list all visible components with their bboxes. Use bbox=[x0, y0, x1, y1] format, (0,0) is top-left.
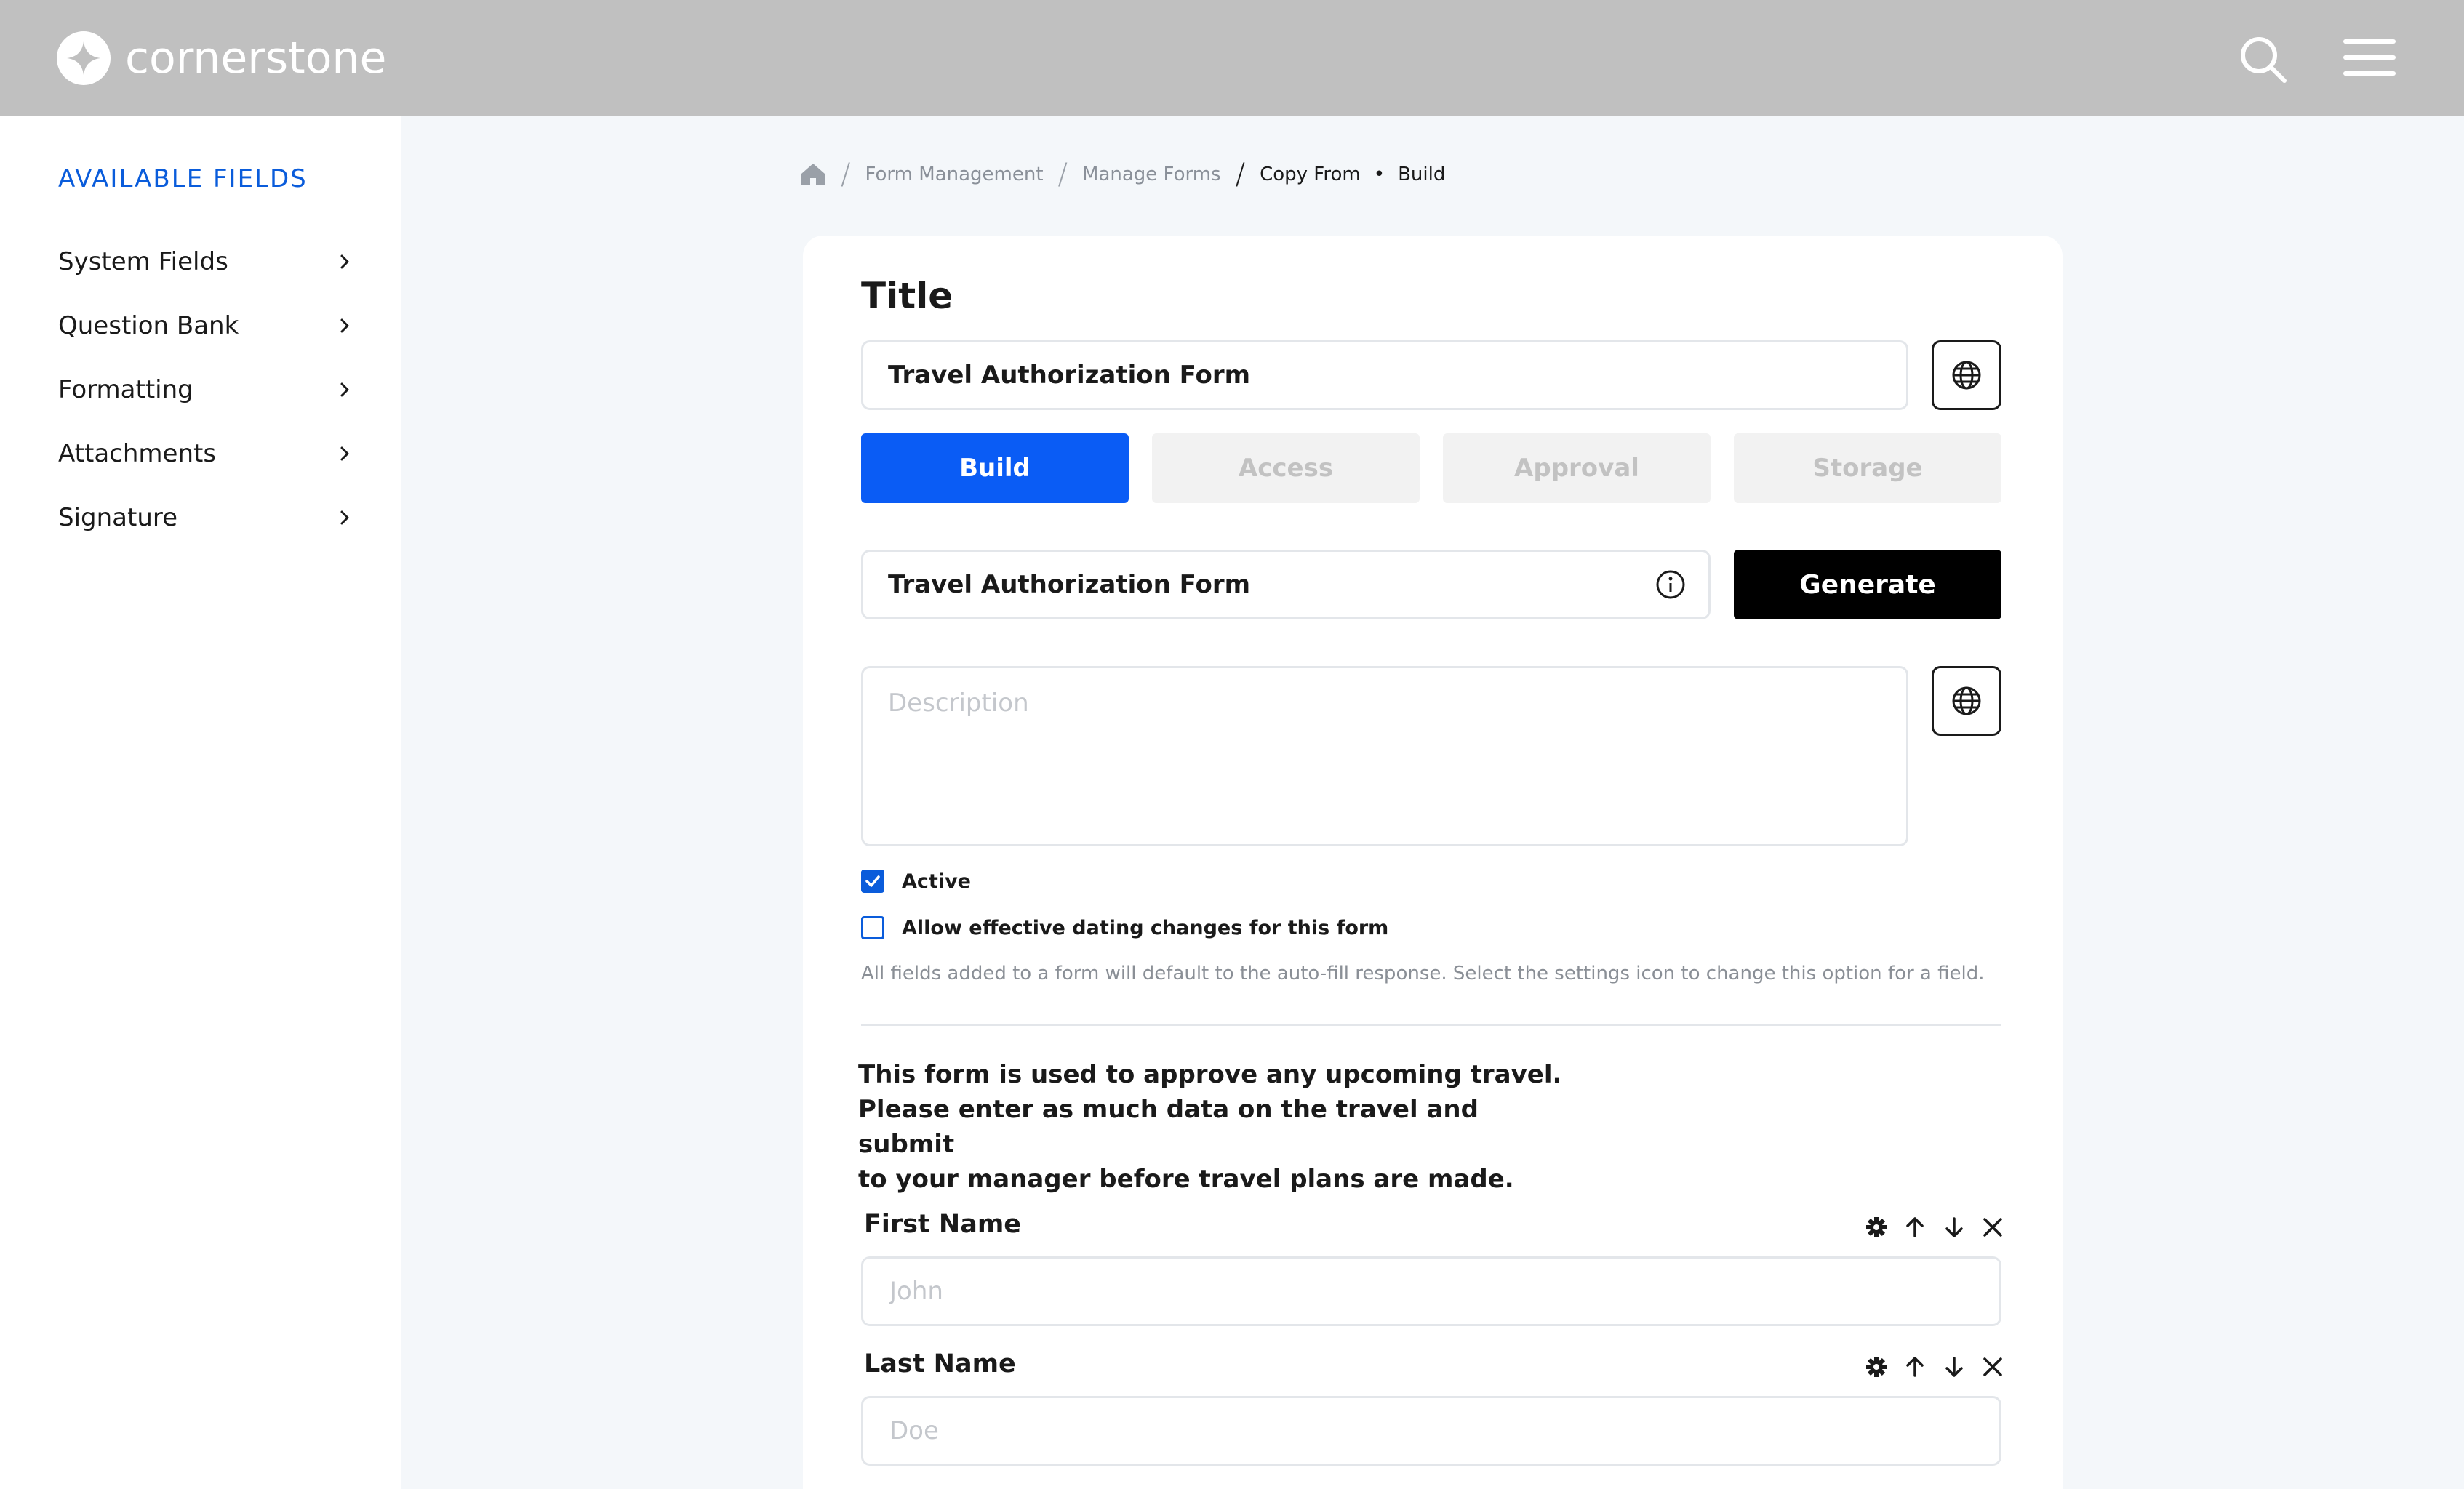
move-down-arrow-icon[interactable] bbox=[1940, 1213, 1969, 1242]
brand-logo[interactable]: cornerstone bbox=[57, 29, 386, 87]
globe-icon bbox=[1952, 361, 1981, 390]
title-input-value: Travel Authorization Form bbox=[888, 361, 1251, 390]
chevron-right-icon bbox=[340, 254, 349, 269]
brand-name: cornerstone bbox=[125, 33, 387, 84]
form-name-value: Travel Authorization Form bbox=[888, 570, 1251, 599]
title-translate-button[interactable] bbox=[1932, 340, 2001, 410]
home-icon[interactable] bbox=[800, 162, 826, 187]
tab-build[interactable]: Build bbox=[861, 433, 1129, 503]
tab-approval[interactable]: Approval bbox=[1443, 433, 1711, 503]
tab-access[interactable]: Access bbox=[1152, 433, 1420, 503]
tab-storage[interactable]: Storage bbox=[1734, 433, 2001, 503]
active-checkbox[interactable] bbox=[861, 870, 884, 893]
breadcrumb-copy-from[interactable]: Copy From bbox=[1260, 164, 1361, 185]
globe-icon bbox=[1952, 686, 1981, 715]
description-textarea[interactable] bbox=[861, 666, 1908, 846]
active-checkbox-row[interactable]: Active bbox=[861, 867, 971, 896]
sidebar-item-attachments[interactable]: Attachments bbox=[58, 432, 355, 475]
settings-gear-icon[interactable] bbox=[1862, 1213, 1891, 1242]
remove-field-close-icon[interactable] bbox=[1978, 1352, 2007, 1381]
info-icon[interactable] bbox=[1655, 569, 1687, 601]
remove-field-close-icon[interactable] bbox=[1978, 1213, 2007, 1242]
active-label: Active bbox=[902, 870, 971, 893]
chevron-right-icon bbox=[340, 510, 349, 525]
effective-dating-checkbox[interactable] bbox=[861, 916, 884, 939]
chevron-right-icon bbox=[340, 446, 349, 461]
sidebar-item-label: Attachments bbox=[58, 439, 217, 468]
settings-gear-icon[interactable] bbox=[1862, 1352, 1891, 1381]
sidebar-item-label: System Fields bbox=[58, 247, 228, 276]
move-down-arrow-icon[interactable] bbox=[1940, 1352, 1969, 1381]
title-input[interactable]: Travel Authorization Form bbox=[861, 340, 1908, 410]
move-up-arrow-icon[interactable] bbox=[1900, 1352, 1929, 1381]
sidebar-item-label: Formatting bbox=[58, 375, 193, 404]
description-translate-button[interactable] bbox=[1932, 666, 2001, 736]
move-up-arrow-icon[interactable] bbox=[1900, 1213, 1929, 1242]
sidebar-title: AVAILABLE FIELDS bbox=[58, 164, 308, 193]
checkmark-icon bbox=[865, 875, 880, 887]
sidebar-item-formatting[interactable]: Formatting bbox=[58, 368, 355, 412]
title-label: Title bbox=[861, 275, 953, 317]
cornerstone-logo-icon bbox=[57, 31, 111, 85]
first-name-tools bbox=[1862, 1213, 2007, 1242]
sidebar-item-label: Signature bbox=[58, 503, 178, 532]
last-name-label: Last Name bbox=[864, 1349, 1016, 1378]
hamburger-menu-icon[interactable] bbox=[2343, 39, 2396, 76]
sidebar-item-label: Question Bank bbox=[58, 311, 239, 340]
form-name-input[interactable]: Travel Authorization Form bbox=[861, 550, 1711, 619]
last-name-input[interactable] bbox=[861, 1396, 2001, 1466]
chevron-right-icon bbox=[340, 318, 349, 333]
generate-button[interactable]: Generate bbox=[1734, 550, 2001, 619]
sidebar-item-system-fields[interactable]: System Fields bbox=[58, 240, 355, 284]
first-name-label: First Name bbox=[864, 1210, 1022, 1239]
top-header: cornerstone bbox=[0, 0, 2464, 116]
chevron-right-icon bbox=[340, 382, 349, 397]
last-name-tools bbox=[1862, 1352, 2007, 1381]
autofill-note: All fields added to a form will default … bbox=[861, 963, 1985, 984]
form-intro-text: This form is used to approve any upcomin… bbox=[858, 1060, 1562, 1194]
available-fields-sidebar: AVAILABLE FIELDS System Fields Question … bbox=[0, 116, 401, 1489]
breadcrumb-form-management[interactable]: Form Management bbox=[865, 164, 1043, 185]
sidebar-item-signature[interactable]: Signature bbox=[58, 496, 355, 539]
breadcrumb-manage-forms[interactable]: Manage Forms bbox=[1082, 164, 1221, 185]
first-name-input[interactable] bbox=[861, 1256, 2001, 1326]
form-builder-card: Title Travel Authorization Form Build Ac… bbox=[803, 236, 2063, 1489]
search-icon[interactable] bbox=[2239, 35, 2288, 84]
effective-dating-label: Allow effective dating changes for this … bbox=[902, 916, 1389, 939]
breadcrumb: / Form Management / Manage Forms / Copy … bbox=[800, 158, 1446, 191]
section-divider bbox=[861, 1024, 2001, 1026]
effective-dating-checkbox-row[interactable]: Allow effective dating changes for this … bbox=[861, 913, 1388, 942]
breadcrumb-current: Build bbox=[1398, 164, 1446, 185]
sidebar-item-question-bank[interactable]: Question Bank bbox=[58, 304, 355, 348]
